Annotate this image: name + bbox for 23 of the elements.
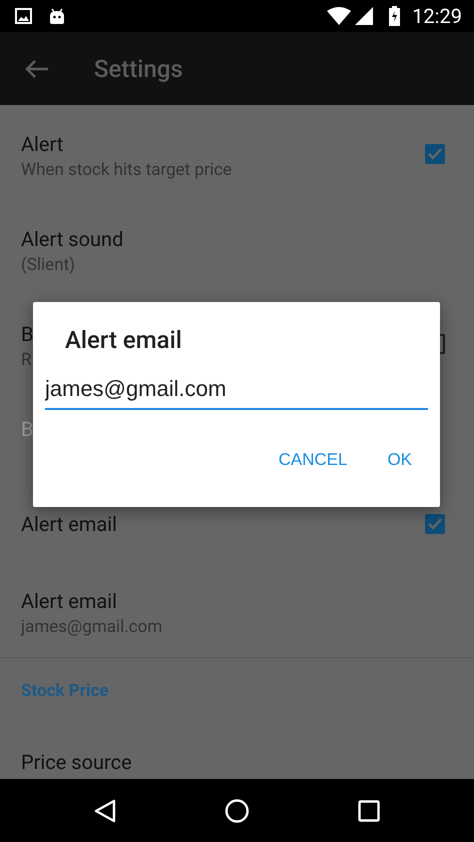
recent-apps-icon	[358, 800, 380, 822]
section-header: Stock Price	[0, 657, 474, 723]
setting-title: Alert email	[21, 510, 118, 536]
setting-title: Alert sound	[21, 226, 124, 252]
android-icon	[48, 7, 66, 25]
setting-title: Alert	[21, 131, 64, 157]
checkbox[interactable]	[425, 514, 445, 534]
dialog-title: Alert email	[65, 326, 182, 354]
battery-icon	[389, 6, 400, 26]
dialog-button[interactable]: OK	[371, 440, 428, 480]
checkbox[interactable]	[425, 144, 445, 164]
back-icon	[94, 798, 116, 822]
setting-title: Alert email	[21, 588, 118, 614]
back-arrow-icon	[25, 58, 49, 78]
wifi-icon	[327, 7, 352, 25]
setting-title: Price source	[21, 749, 132, 775]
signal-icon	[355, 7, 374, 25]
setting-title: B	[21, 321, 34, 347]
dialog-button[interactable]: CANCEL	[262, 440, 364, 480]
clock-time: 12:29	[412, 4, 462, 28]
screen-title: Settings	[94, 54, 183, 82]
home-icon	[224, 798, 249, 822]
image-icon	[15, 8, 32, 24]
